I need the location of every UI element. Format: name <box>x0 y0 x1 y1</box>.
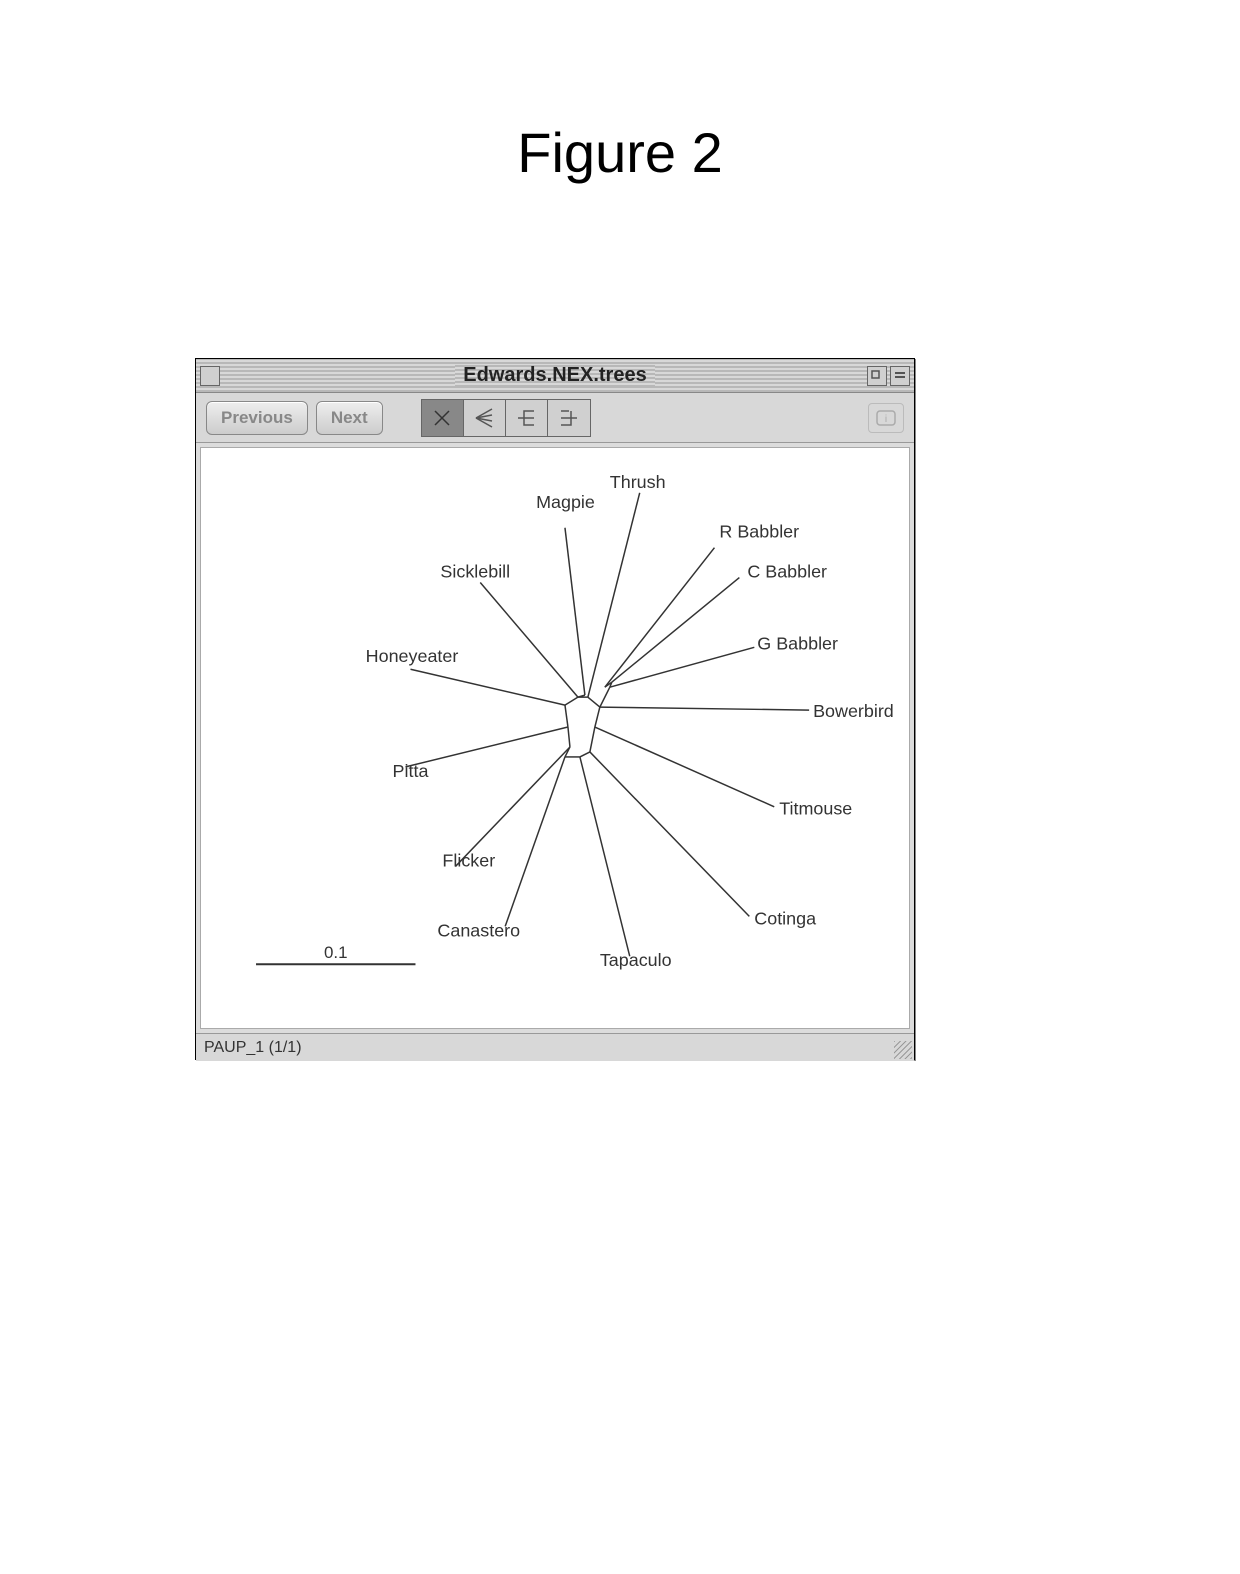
phylogeny-svg: Thrush Magpie Sicklebill Honeyeater Pitta Fli… <box>201 448 909 1028</box>
tip-label[interactable]: Thrush <box>610 472 666 492</box>
tip-label[interactable]: Titmouse <box>779 799 852 819</box>
window-title: Edwards.NEX.trees <box>455 364 654 387</box>
tip-branch <box>410 669 564 705</box>
rectangular-right-view-button[interactable] <box>548 400 590 436</box>
status-bar: PAUP_1 (1/1) <box>196 1033 914 1061</box>
tip-label[interactable]: Honeyeater <box>366 646 459 666</box>
tip-label[interactable]: Tapaculo <box>600 950 672 970</box>
info-button[interactable]: i <box>868 403 904 433</box>
tip-label[interactable]: C Babbler <box>747 562 827 582</box>
internal-branch <box>565 705 568 727</box>
tip-label[interactable]: Canastero <box>437 920 520 940</box>
tip-label[interactable]: Bowerbird <box>813 701 894 721</box>
tip-label[interactable]: Cotinga <box>754 908 816 928</box>
internal-branch <box>595 707 600 727</box>
tip-branch <box>565 528 585 695</box>
tip-branch <box>580 757 630 956</box>
svg-text:i: i <box>885 414 887 425</box>
tip-branch <box>406 727 568 767</box>
close-box-icon[interactable] <box>200 366 220 386</box>
tip-branch <box>605 548 715 688</box>
toolbar: Previous Next i <box>196 393 914 443</box>
resize-grip-icon[interactable] <box>894 1041 912 1059</box>
internal-branch <box>565 697 578 705</box>
zoom-box-icon[interactable] <box>867 366 887 386</box>
tip-label[interactable]: Pitta <box>393 761 429 781</box>
tip-label[interactable]: Flicker <box>442 851 495 871</box>
window-titlebar[interactable]: Edwards.NEX.trees <box>196 359 914 393</box>
next-button[interactable]: Next <box>316 401 383 435</box>
tip-branch <box>612 578 740 683</box>
collapse-box-icon[interactable] <box>890 366 910 386</box>
tree-window: Edwards.NEX.trees Previous Next <box>195 358 915 1060</box>
tree-canvas[interactable]: Thrush Magpie Sicklebill Honeyeater Pitta Fli… <box>200 447 910 1029</box>
rectangular-view-button[interactable] <box>506 400 548 436</box>
tip-branch <box>480 583 578 698</box>
tip-label[interactable]: Magpie <box>536 492 595 512</box>
scale-bar-label: 0.1 <box>324 943 348 962</box>
internal-branch <box>568 727 570 747</box>
slanted-view-button[interactable] <box>464 400 506 436</box>
internal-branch <box>600 687 610 707</box>
tip-branch <box>600 707 809 710</box>
tip-label[interactable]: R Babbler <box>719 522 799 542</box>
tip-label[interactable]: G Babbler <box>757 633 838 653</box>
view-mode-group <box>421 399 591 437</box>
figure-caption: Figure 2 <box>517 120 722 185</box>
tip-label[interactable]: Sicklebill <box>440 562 510 582</box>
previous-button[interactable]: Previous <box>206 401 308 435</box>
internal-branch <box>588 697 600 707</box>
internal-branch <box>580 752 590 757</box>
status-text: PAUP_1 (1/1) <box>204 1039 302 1057</box>
internal-branch <box>590 727 595 752</box>
tip-branch <box>595 727 774 807</box>
unrooted-view-button[interactable] <box>422 400 464 436</box>
tip-branch <box>455 747 570 867</box>
